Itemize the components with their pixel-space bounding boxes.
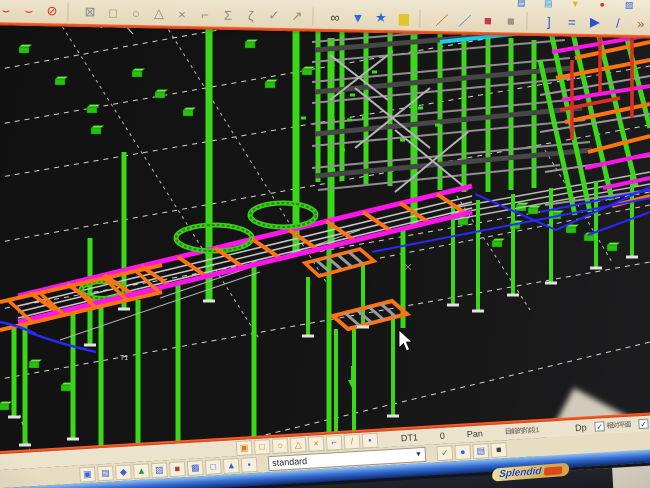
- select-points-icon[interactable]: ▨: [151, 462, 168, 478]
- status-field-mode: Pan: [467, 428, 484, 439]
- note-icon[interactable]: ▆: [393, 9, 414, 28]
- arrow-ne-icon[interactable]: ↗: [286, 6, 307, 25]
- toolbar-separator: [419, 10, 426, 28]
- check-icon[interactable]: ✓: [263, 6, 284, 25]
- mouse-cursor: [399, 330, 412, 351]
- spark-icon[interactable]: ★: [370, 8, 391, 27]
- axis-label: T1: [120, 355, 128, 362]
- toggle-work-plane[interactable]: ✓ 工作平面: [638, 417, 650, 429]
- selection-filter-value: standard: [272, 456, 308, 468]
- select-single-icon[interactable]: ▪: [241, 456, 258, 472]
- select-welds-icon[interactable]: ◆: [115, 464, 132, 480]
- swatch-red-icon[interactable]: ■: [477, 10, 498, 29]
- pen-blue-icon[interactable]: ／: [454, 10, 475, 29]
- snap-line-icon[interactable]: /: [344, 433, 361, 449]
- select-obj-icon[interactable]: □: [205, 459, 222, 475]
- toolbar-separator: [67, 3, 74, 21]
- arc-tool2-icon[interactable]: ⌣: [18, 1, 39, 20]
- erase-icon[interactable]: ⊘: [41, 2, 62, 21]
- doc-icon[interactable]: ▤: [472, 443, 489, 459]
- select-bolts-icon[interactable]: ▲: [133, 463, 150, 479]
- dark-icon[interactable]: ■: [490, 442, 507, 458]
- snap-geometry-icon[interactable]: □: [102, 3, 123, 22]
- platform-frames: [305, 249, 407, 329]
- monitor-photo: 3 7 T1 ▤▤▼●▨ ⌣⌣⊘⊠□○△×⌐Σζ✓↗∞▼★▆／／■■]=▶/»|…: [0, 0, 650, 488]
- dp-label: Dp: [575, 422, 587, 433]
- chevron-down-icon: ▼: [415, 451, 422, 458]
- snap-corner-icon[interactable]: △: [148, 4, 169, 23]
- select-all-icon[interactable]: ▣: [79, 466, 96, 482]
- fast-forward-icon[interactable]: »: [630, 13, 650, 32]
- slash-icon[interactable]: /: [607, 13, 628, 32]
- status-field-dt: DT1: [401, 432, 419, 443]
- snap-reference-icon[interactable]: ⊠: [79, 2, 100, 21]
- filter-icon[interactable]: ▼: [347, 8, 368, 27]
- snap-perp-icon[interactable]: ⌐: [326, 434, 343, 450]
- select-grid-icon[interactable]: ■: [169, 461, 186, 477]
- dash-icon[interactable]: =: [561, 12, 582, 31]
- swatch-gray-icon[interactable]: ■: [500, 11, 521, 30]
- bracket-icon[interactable]: ]: [538, 12, 559, 31]
- checkbox-checked-icon[interactable]: ✓: [594, 421, 605, 432]
- arc-tool-icon[interactable]: ⌣: [0, 1, 17, 20]
- snap-cross-marker: [405, 264, 411, 270]
- select-comp-icon[interactable]: ▩: [187, 460, 204, 476]
- globe-icon[interactable]: ●: [454, 444, 471, 460]
- checkbox-checked-icon[interactable]: ✓: [638, 419, 649, 430]
- toolbar-separator: [526, 12, 533, 30]
- snap-x-icon[interactable]: ×: [308, 435, 325, 451]
- toggle-relative-plane[interactable]: ✓ 相对平面: [594, 420, 631, 432]
- snap-center-icon[interactable]: ○: [125, 3, 146, 22]
- snap-mid-icon[interactable]: ○: [272, 438, 289, 454]
- snap-perpendicular-icon[interactable]: ⌐: [194, 5, 215, 24]
- snap-points-icon[interactable]: ▣: [236, 440, 253, 456]
- snap-end-icon[interactable]: □: [254, 439, 271, 455]
- snap-intersection-icon[interactable]: ×: [171, 4, 192, 23]
- snap-any-icon[interactable]: ▪: [362, 432, 379, 448]
- binoculars-icon[interactable]: ∞: [324, 7, 345, 26]
- flag-icon[interactable]: ▶: [584, 12, 605, 31]
- status-field-phase: 目前的阶段 1: [504, 425, 538, 437]
- select-parts-icon[interactable]: ▤: [97, 465, 114, 481]
- pen-red-icon[interactable]: ／: [431, 9, 452, 28]
- snap-nearest-icon[interactable]: ζ: [240, 6, 261, 25]
- select-assembly-icon[interactable]: ▲: [223, 457, 240, 473]
- toolbar-separator: [312, 8, 319, 26]
- snap-tri-icon[interactable]: △: [290, 436, 307, 452]
- apply-check-icon[interactable]: ✓: [436, 445, 453, 461]
- sticker-badge: [544, 466, 562, 475]
- sum-icon[interactable]: Σ: [217, 5, 238, 24]
- status-field-zero: 0: [440, 431, 446, 441]
